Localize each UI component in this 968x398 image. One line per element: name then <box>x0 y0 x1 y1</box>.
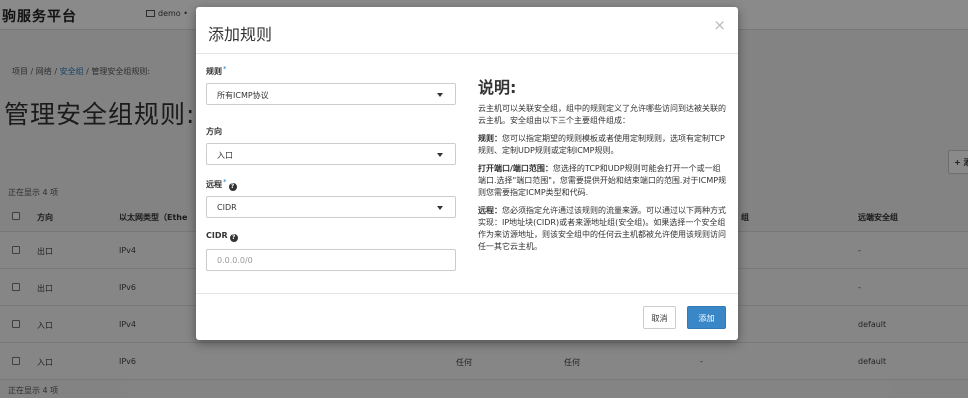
close-icon[interactable]: × <box>713 16 726 34</box>
cancel-button[interactable]: 取消 <box>643 306 676 329</box>
help-description: 说明: 云主机可以关联安全组，组中的规则定义了允许哪些访问到达被关联的云主机。安… <box>478 79 728 259</box>
description-title: 说明: <box>478 78 517 97</box>
help-icon[interactable]: ? <box>229 234 238 242</box>
required-marker: * <box>223 65 227 73</box>
chevron-down-icon <box>437 93 443 97</box>
direction-label: 方向 <box>206 127 222 136</box>
description-rule: 规则：您可以指定期望的规则模板或者使用定制规则，选项有定制TCP规则、定制UDP… <box>478 134 725 155</box>
cidr-input[interactable]: 0.0.0.0/0 <box>206 249 456 271</box>
description-intro: 云主机可以关联安全组，组中的规则定义了允许哪些访问到达被关联的云主机。安全组由以… <box>478 104 726 125</box>
add-rule-modal: 添加规则 × 规则* 所有ICMP协议 方向 入口 远程*? CIDR CIDR… <box>196 7 738 340</box>
cidr-label: CIDR? <box>206 231 238 242</box>
chevron-down-icon <box>437 153 443 157</box>
modal-header: 添加规则 × <box>196 7 738 54</box>
description-remote: 远程：您必须指定允许通过该规则的流量来源。可以通过以下两种方式实现：IP地址块(… <box>478 206 726 251</box>
add-button[interactable]: 添加 <box>687 306 726 329</box>
required-marker: * <box>223 178 227 186</box>
rule-label: 规则* <box>206 65 227 76</box>
remote-select[interactable]: CIDR <box>206 196 456 218</box>
modal-footer: 取消 添加 <box>196 293 738 340</box>
chevron-down-icon <box>437 206 443 210</box>
remote-label: 远程*? <box>206 178 237 191</box>
description-port: 打开端口/端口范围：您选择的TCP和UDP规则可能会打开一个或一组端口.选择"端… <box>478 164 727 197</box>
modal-title: 添加规则 <box>208 25 273 44</box>
rule-select[interactable]: 所有ICMP协议 <box>206 83 456 105</box>
direction-select[interactable]: 入口 <box>206 143 456 165</box>
help-icon[interactable]: ? <box>228 183 237 191</box>
